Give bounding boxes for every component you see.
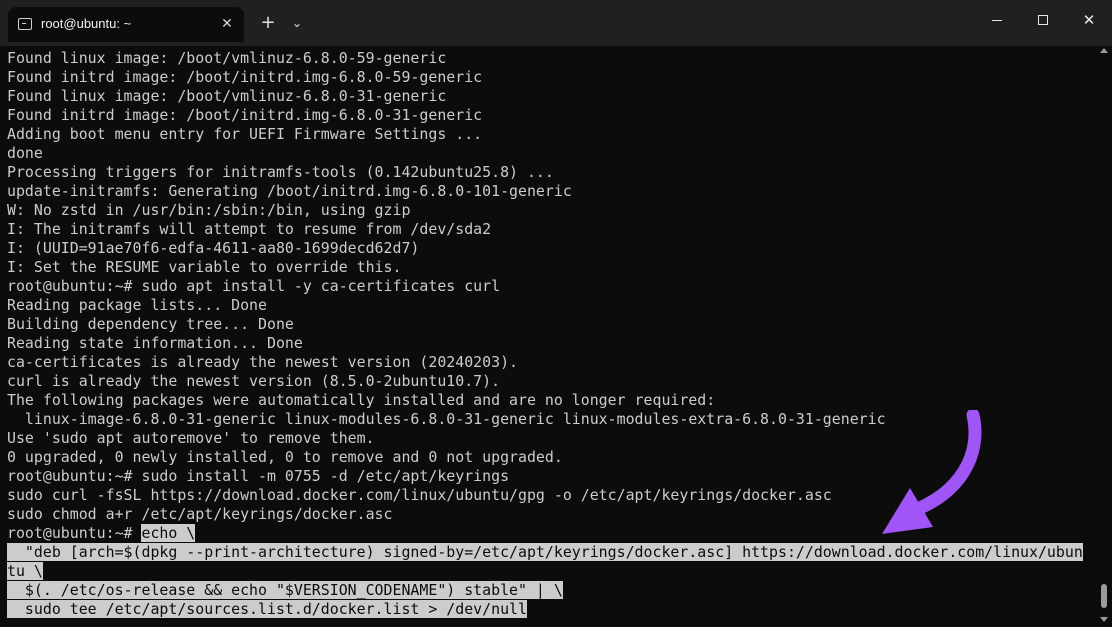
- terminal-line: Building dependency tree... Done: [7, 315, 294, 333]
- close-button[interactable]: ✕: [1066, 4, 1112, 36]
- terminal-line: curl is already the newest version (8.5.…: [7, 372, 501, 390]
- terminal-line: I: Set the RESUME variable to override t…: [7, 258, 402, 276]
- tab-root-ubuntu[interactable]: root@ubuntu: ~ ✕: [8, 7, 244, 42]
- minimize-icon: [992, 20, 1002, 21]
- terminal-line: Adding boot menu entry for UEFI Firmware…: [7, 125, 483, 143]
- terminal-line: Found linux image: /boot/vmlinuz-6.8.0-3…: [7, 87, 447, 105]
- selected-command-text[interactable]: sudo tee /etc/apt/sources.list.d/docker.…: [7, 600, 527, 618]
- terminal-line: Found initrd image: /boot/initrd.img-6.8…: [7, 68, 483, 86]
- terminal-line: Reading state information... Done: [7, 334, 303, 352]
- terminal-line: The following packages were automaticall…: [7, 391, 716, 409]
- purple-arrow-icon: [882, 410, 982, 534]
- title-bar: root@ubuntu: ~ ✕ + ⌄ ✕: [0, 0, 1112, 46]
- vertical-scrollbar[interactable]: [1096, 46, 1112, 627]
- minimize-button[interactable]: [974, 4, 1020, 36]
- terminal-line: Found linux image: /boot/vmlinuz-6.8.0-5…: [7, 49, 447, 67]
- command-line: root@ubuntu:~# echo \: [7, 524, 196, 543]
- terminal-line: sudo chmod a+r /etc/apt/keyrings/docker.…: [7, 505, 393, 523]
- terminal-line: Reading package lists... Done: [7, 296, 267, 314]
- command-line: sudo tee /etc/apt/sources.list.d/docker.…: [7, 600, 527, 619]
- selected-command-text[interactable]: tu \: [7, 562, 43, 580]
- terminal-line: Found initrd image: /boot/initrd.img-6.8…: [7, 106, 483, 124]
- terminal-line: 0 upgraded, 0 newly installed, 0 to remo…: [7, 448, 563, 466]
- command-line: "deb [arch=$(dpkg --print-architecture) …: [7, 543, 1083, 562]
- terminal-line: linux-image-6.8.0-31-generic linux-modul…: [7, 410, 886, 428]
- terminal-line: I: The initramfs will attempt to resume …: [7, 220, 492, 238]
- maximize-button[interactable]: [1020, 4, 1066, 36]
- shell-prompt: root@ubuntu:~#: [7, 524, 142, 542]
- terminal-line: root@ubuntu:~# sudo apt install -y ca-ce…: [7, 277, 501, 295]
- selected-command-text[interactable]: $(. /etc/os-release && echo "$VERSION_CO…: [7, 581, 563, 599]
- terminal-line: update-initramfs: Generating /boot/initr…: [7, 182, 572, 200]
- terminal-line: Use 'sudo apt autoremove' to remove them…: [7, 429, 375, 447]
- command-line: tu \: [7, 562, 43, 581]
- terminal-line: Processing triggers for initramfs-tools …: [7, 163, 554, 181]
- close-icon: ✕: [1082, 11, 1096, 29]
- selected-command-text[interactable]: "deb [arch=$(dpkg --print-architecture) …: [7, 543, 1083, 561]
- terminal-line: ca-certificates is already the newest ve…: [7, 353, 519, 371]
- terminal-line: done: [7, 144, 43, 162]
- chevron-down-icon[interactable]: ⌄: [288, 14, 306, 32]
- terminal-line: I: (UUID=91ae70f6-edfa-4611-aa80-1699dec…: [7, 239, 420, 257]
- terminal-line: W: No zstd in /usr/bin:/sbin:/bin, using…: [7, 201, 411, 219]
- tab-close-icon[interactable]: ✕: [218, 15, 236, 33]
- tab-title: root@ubuntu: ~: [41, 16, 132, 31]
- command-line: $(. /etc/os-release && echo "$VERSION_CO…: [7, 581, 563, 600]
- terminal-line: sudo curl -fsSL https://download.docker.…: [7, 486, 832, 504]
- selected-command-text[interactable]: echo \: [141, 524, 196, 542]
- new-tab-button[interactable]: +: [258, 13, 278, 33]
- scroll-down-arrow-icon[interactable]: [1100, 617, 1108, 622]
- maximize-icon: [1038, 15, 1048, 25]
- scrollbar-thumb[interactable]: [1101, 584, 1107, 608]
- terminal-icon: [18, 18, 32, 30]
- terminal-line: root@ubuntu:~# sudo install -m 0755 -d /…: [7, 467, 510, 485]
- scroll-up-arrow-icon[interactable]: [1100, 48, 1108, 53]
